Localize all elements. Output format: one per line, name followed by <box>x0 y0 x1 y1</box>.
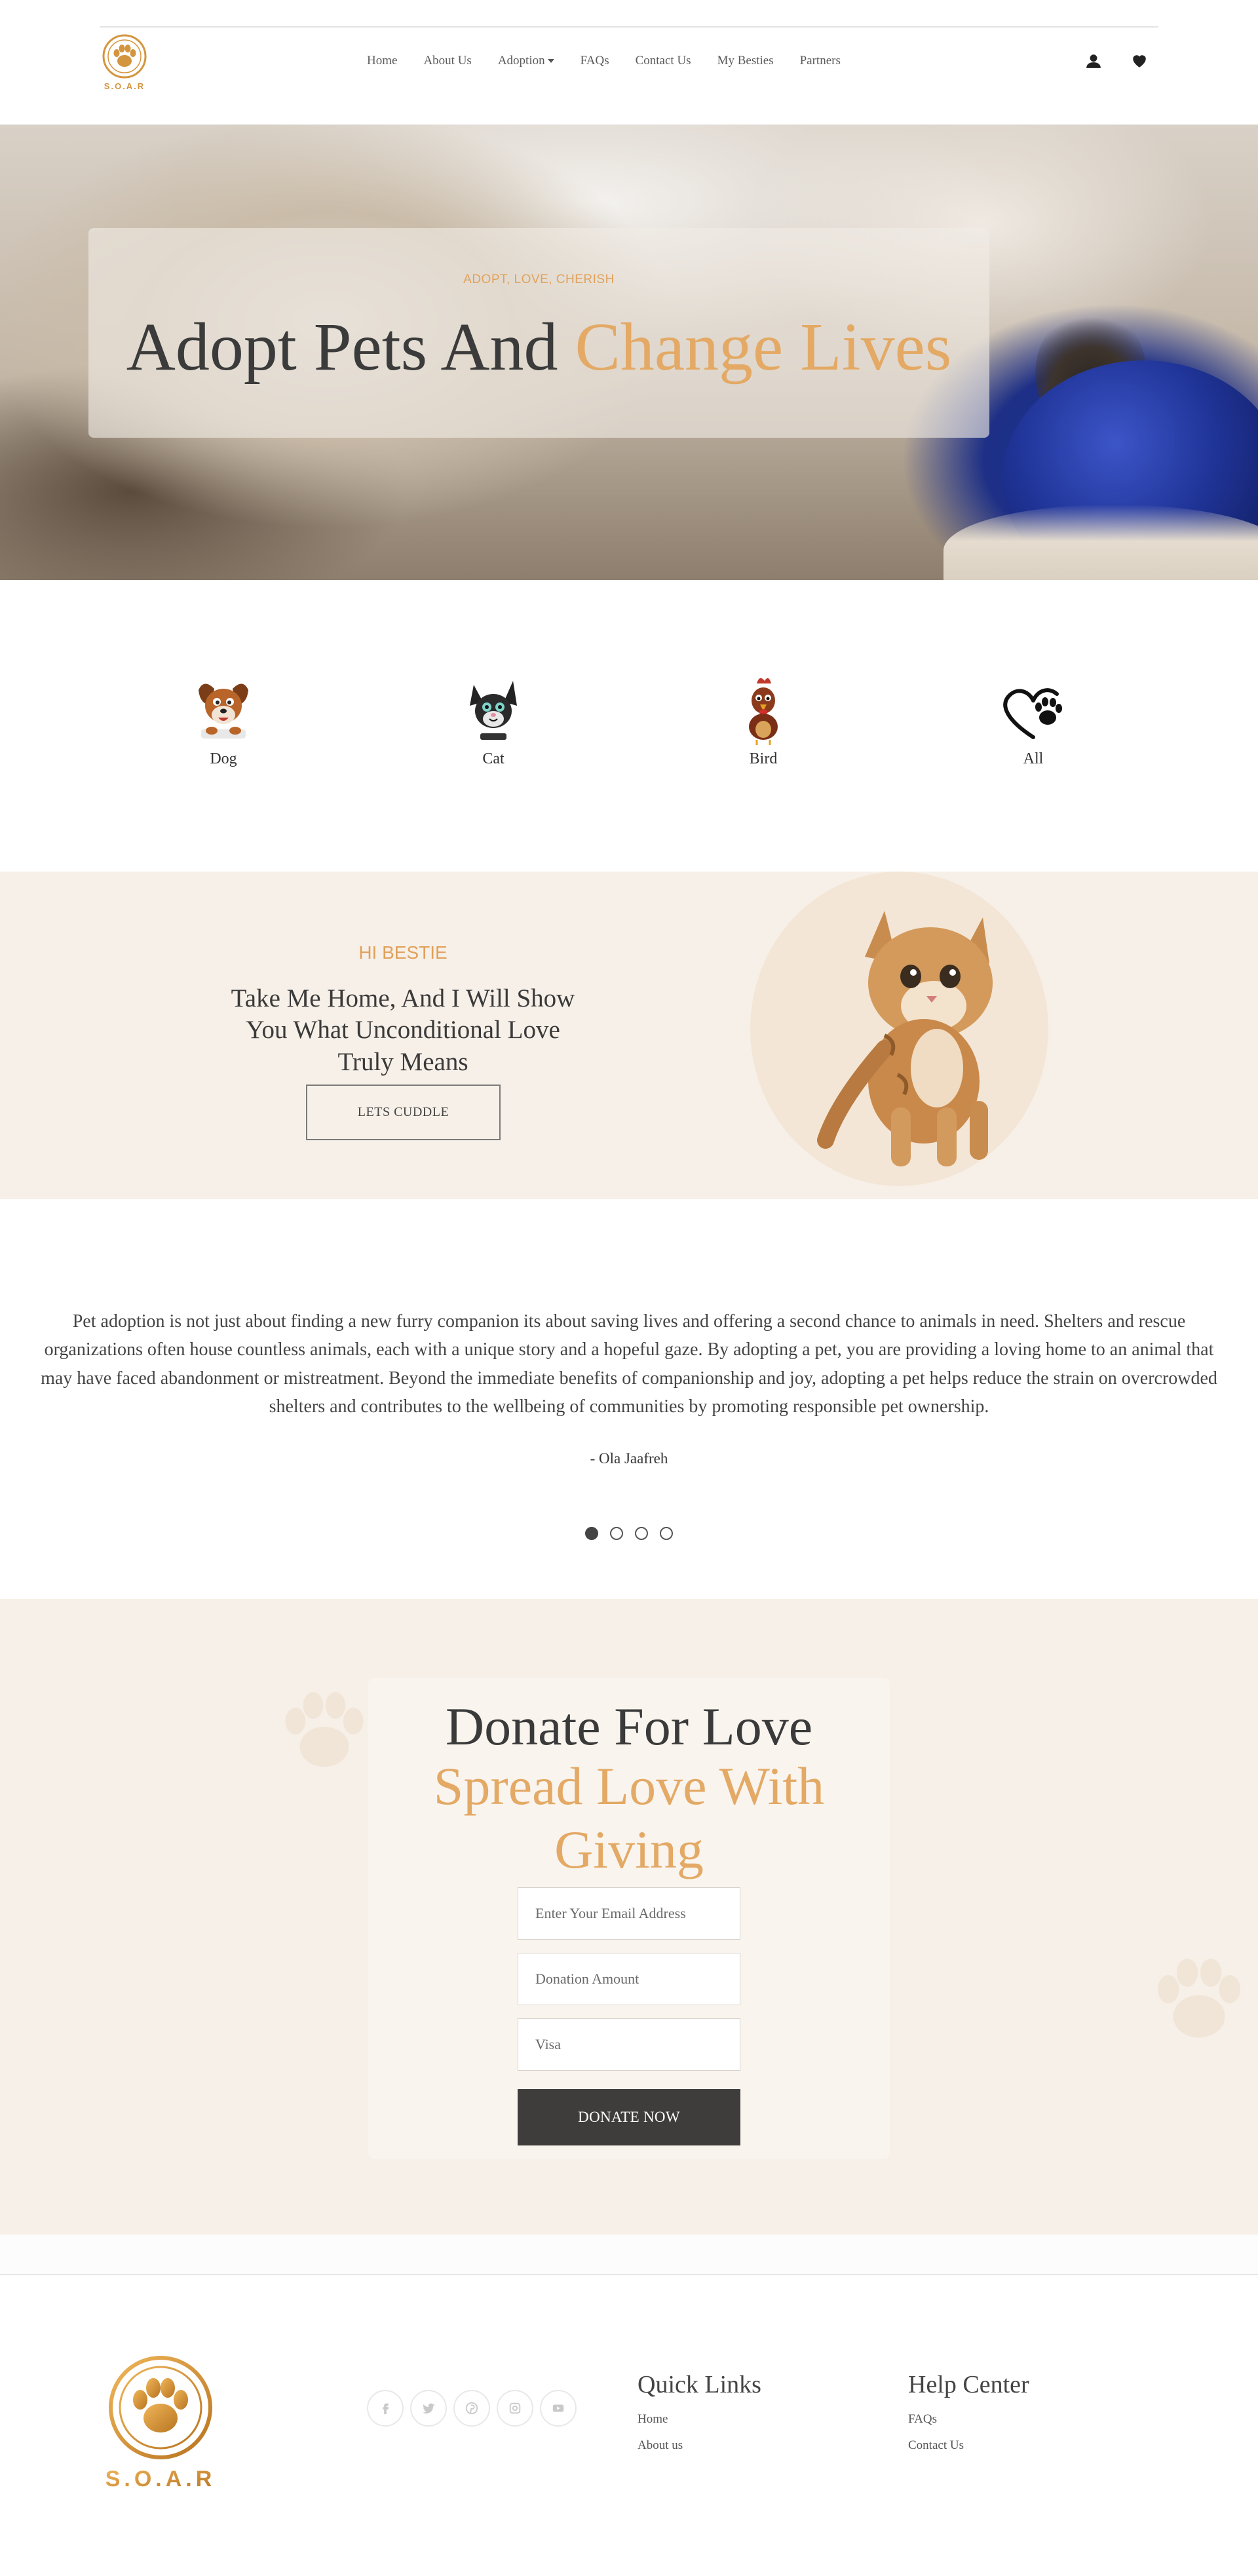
quick-links-column: Quick Links Home About us <box>638 2370 761 2465</box>
navbar: S.O.A.R Home About Us Adoption FAQs Cont… <box>0 0 1258 125</box>
nav-about-label: About Us <box>423 54 472 67</box>
soar-logo[interactable]: S.O.A.R <box>97 33 152 93</box>
slider-dot-4[interactable] <box>660 1527 673 1540</box>
quick-links-title: Quick Links <box>638 2371 761 2398</box>
category-cat-label: Cat <box>482 750 505 767</box>
hero-card: ADOPT, LOVE, CHERISH Adopt Pets And Chan… <box>88 228 989 438</box>
nav-adoption-label: Adoption <box>497 54 545 67</box>
heart-paw-icon <box>1003 688 1062 739</box>
hero-title-main: Adopt Pets And <box>126 309 575 385</box>
nav-besties-label: My Besties <box>717 54 774 67</box>
pinterest-link[interactable] <box>453 2390 490 2427</box>
footer-link-about-us[interactable]: About us <box>638 2438 761 2453</box>
bestie-kicker: HI BESTIE <box>358 942 448 963</box>
kitten-image <box>817 911 993 1166</box>
footer: S.O.A.R Quick Links Home About us Help C… <box>0 2275 1258 2564</box>
slider-dot-3[interactable] <box>635 1527 648 1540</box>
cat-icon <box>470 681 517 740</box>
caret-down-icon <box>547 59 554 63</box>
category-all[interactable]: All <box>987 672 1079 768</box>
donate-title: Donate For Love <box>445 1697 813 1756</box>
category-bird[interactable]: Bird <box>717 672 809 768</box>
nav-home-label: Home <box>367 54 398 67</box>
nav-about-us[interactable]: About Us <box>423 54 471 68</box>
slider-dot-1[interactable] <box>585 1527 598 1540</box>
twitter-icon <box>422 2403 435 2414</box>
hero-photo-fur <box>943 505 1258 580</box>
category-dog[interactable]: Dog <box>178 672 269 768</box>
hero-title-accent: Change Lives <box>575 309 952 385</box>
bird-icon <box>749 678 778 745</box>
heart-icon[interactable] <box>1131 52 1148 69</box>
nav-partners-label: Partners <box>799 54 841 67</box>
youtube-icon <box>552 2404 564 2412</box>
category-all-label: All <box>1023 750 1044 767</box>
testimonial-text: Pet adoption is not just about finding a… <box>41 1311 1217 1417</box>
instagram-icon <box>509 2402 521 2414</box>
nav-actions <box>1085 52 1148 69</box>
nav-partners[interactable]: Partners <box>800 54 841 68</box>
user-icon[interactable] <box>1085 52 1102 69</box>
bestie-section: HI BESTIE Take Me Home, And I Will Show … <box>0 872 1258 1199</box>
footer-link-contact-us[interactable]: Contact Us <box>908 2438 1029 2453</box>
social-links <box>367 2390 577 2427</box>
facebook-link[interactable] <box>367 2390 404 2427</box>
help-center-title: Help Center <box>908 2371 1029 2398</box>
lets-cuddle-button[interactable]: LETS CUDDLE <box>306 1085 501 1140</box>
svg-text:S.O.A.R: S.O.A.R <box>105 2467 216 2491</box>
pinterest-icon <box>465 2402 478 2415</box>
nav-adoption-dropdown[interactable]: Adoption <box>498 54 554 68</box>
navbar-divider <box>100 26 1158 28</box>
nav-my-besties[interactable]: My Besties <box>717 54 774 68</box>
instagram-link[interactable] <box>497 2390 533 2427</box>
slider-indicators <box>0 1527 1258 1540</box>
paw-print-decoration <box>285 1692 364 1767</box>
nav-home[interactable]: Home <box>367 54 397 68</box>
nav-faqs-label: FAQs <box>580 54 609 67</box>
paw-print-decoration <box>1158 1958 1240 2038</box>
footer-link-faqs[interactable]: FAQs <box>908 2412 1029 2427</box>
hero-banner: ADOPT, LOVE, CHERISH Adopt Pets And Chan… <box>0 125 1258 580</box>
footer-divider <box>0 2235 1258 2275</box>
pet-categories: Dog Cat Bird All <box>0 580 1258 872</box>
footer-soar-logo[interactable]: S.O.A.R <box>98 2354 223 2491</box>
dog-icon <box>199 683 248 739</box>
testimonial-author: - Ola Jaafreh <box>590 1450 668 1467</box>
svg-text:S.O.A.R: S.O.A.R <box>104 81 145 91</box>
donate-subtitle: Spread Love With Giving <box>433 1756 825 1879</box>
main-menu: Home About Us Adoption FAQs Contact Us M… <box>367 54 867 68</box>
footer-link-home[interactable]: Home <box>638 2412 761 2427</box>
nav-faqs[interactable]: FAQs <box>581 54 609 68</box>
card-type-field[interactable] <box>518 2018 740 2071</box>
bestie-text: Take Me Home, And I Will Show You What U… <box>231 984 575 1076</box>
category-cat[interactable]: Cat <box>448 672 539 768</box>
twitter-link[interactable] <box>410 2390 447 2427</box>
help-center-column: Help Center FAQs Contact Us <box>908 2370 1029 2465</box>
donate-section: Donate For Love Spread Love With Giving … <box>0 1599 1258 2235</box>
email-field[interactable] <box>518 1887 740 1940</box>
donation-amount-field[interactable] <box>518 1953 740 2005</box>
youtube-link[interactable] <box>540 2390 577 2427</box>
slider-dot-2[interactable] <box>610 1527 623 1540</box>
nav-contact-us[interactable]: Contact Us <box>636 54 691 68</box>
category-dog-label: Dog <box>210 750 237 767</box>
nav-contact-label: Contact Us <box>635 54 691 67</box>
hero-kicker: ADOPT, LOVE, CHERISH <box>463 273 615 286</box>
donate-now-button[interactable]: DONATE NOW <box>518 2089 740 2145</box>
category-bird-label: Bird <box>749 750 778 767</box>
testimonial-slider: Pet adoption is not just about finding a… <box>0 1199 1258 1599</box>
donate-form-card: Donate For Love Spread Love With Giving … <box>368 1678 890 2159</box>
facebook-icon <box>383 2403 389 2415</box>
hero-title: Adopt Pets And Change Lives <box>88 309 989 385</box>
